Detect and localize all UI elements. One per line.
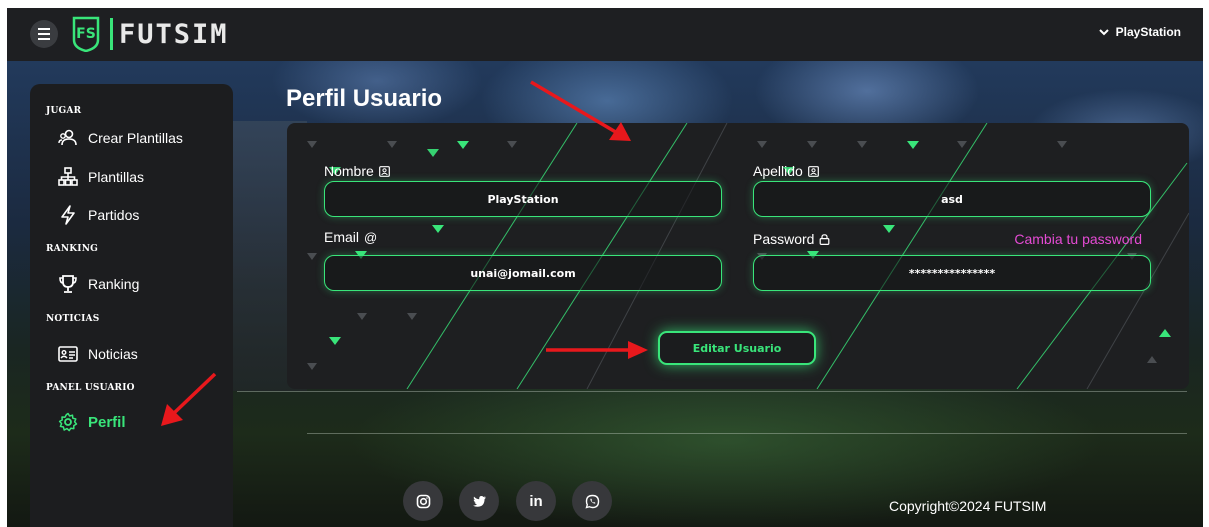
editar-usuario-button[interactable]: Editar Usuario [658,331,816,365]
section-noticias: NOTICIAS [46,314,100,324]
password-input[interactable] [753,255,1151,291]
sidebar-item-label: Plantillas [88,169,145,185]
brand-name: FUTSIM [119,19,229,50]
page-title: Perfil Usuario [286,85,443,112]
section-panel-usuario: PANEL USUARIO [46,383,135,393]
gear-icon [58,412,78,432]
email-label-text: Email [324,229,360,245]
sidebar-item-label: Ranking [88,276,140,292]
chevron-down-icon [1098,29,1109,36]
instagram-button[interactable] [403,481,443,521]
sidebar-item-partidos[interactable]: Partidos [58,205,139,225]
linkedin-icon: in [529,492,543,510]
instagram-icon [416,494,430,508]
nombre-label-text: Nombre [324,163,374,179]
bolt-icon [61,205,75,225]
top-header: FS FUTSIM PlayStation [7,8,1203,61]
sidebar-item-label: Perfil [88,413,126,431]
at-sign-icon: @ [364,229,378,245]
whatsapp-icon [584,494,599,509]
sidebar-item-label: Crear Plantillas [88,130,183,146]
linkedin-button[interactable]: in [516,481,556,521]
sidebar-item-label: Partidos [88,207,140,223]
sidebar-item-plantillas[interactable]: Plantillas [58,167,144,187]
nombre-input[interactable] [324,181,722,217]
password-label-text: Password [753,231,815,247]
copyright-text: Copyright©2024 FUTSIM [889,498,1047,514]
sidebar: JUGAR Crear Plantillas Plantillas Partid… [30,84,233,527]
sidebar-item-crear-plantillas[interactable]: Crear Plantillas [58,128,183,148]
sidebar-item-perfil[interactable]: Perfil [58,412,126,432]
sidebar-item-label: Noticias [88,346,138,362]
user-menu[interactable]: PlayStation [1098,25,1181,39]
futsim-logo-icon: FS [72,16,100,52]
users-icon [58,129,77,146]
id-card-icon [378,165,390,177]
profile-form-card: Nombre Apellido Email @ Password Cambia … [287,123,1189,389]
section-jugar: JUGAR [46,106,82,116]
nombre-label: Nombre [324,163,390,179]
apellido-label: Apellido [753,163,819,179]
pitch-line [237,391,1187,392]
app-frame: FS FUTSIM PlayStation JUGAR Crear Planti… [7,8,1203,527]
id-card-icon [807,165,819,177]
password-label: Password [753,231,830,247]
hierarchy-icon [58,167,78,186]
menu-icon [38,27,50,42]
news-card-icon [58,346,78,362]
section-ranking: RANKING [46,244,99,254]
whatsapp-button[interactable] [572,481,612,521]
apellido-label-text: Apellido [753,163,803,179]
user-name: PlayStation [1115,25,1181,39]
email-input[interactable] [324,255,722,291]
logo-letters: FS [76,26,96,42]
apellido-input[interactable] [753,181,1151,217]
trophy-icon [59,275,77,293]
twitter-button[interactable] [459,481,499,521]
email-label: Email @ [324,229,377,245]
change-password-link[interactable]: Cambia tu password [1014,231,1142,247]
pitch-line [307,433,1187,434]
twitter-icon [472,495,486,507]
sidebar-item-ranking[interactable]: Ranking [58,274,139,294]
sidebar-item-noticias[interactable]: Noticias [58,344,138,364]
logo-divider [110,18,113,50]
lock-icon [820,233,830,245]
hamburger-menu-button[interactable] [30,20,58,48]
